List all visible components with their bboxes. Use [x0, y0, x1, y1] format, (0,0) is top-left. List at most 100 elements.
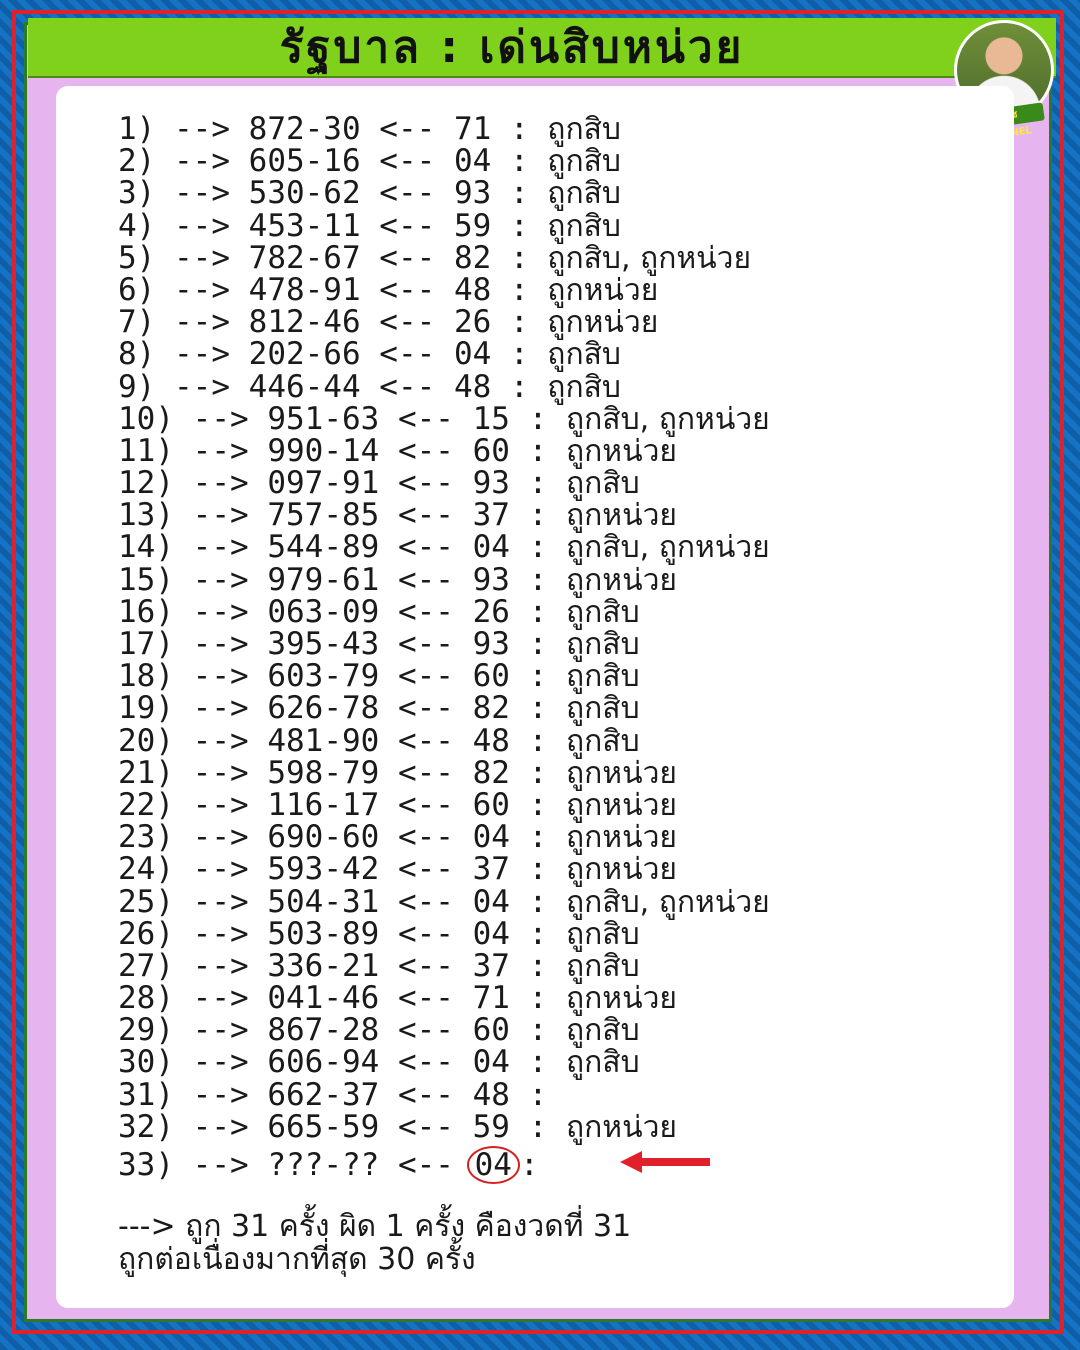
row-index: 29): [118, 1012, 174, 1049]
row-number: 598-79: [267, 754, 380, 791]
result-row: 8) --> 202-66 <-- 04 : ถูกสิบ: [118, 336, 621, 373]
row-key: 04: [472, 529, 510, 566]
row-result: ถูกสิบ: [565, 916, 640, 952]
row-key: 37: [472, 497, 510, 534]
pending-row-index: 33): [118, 1147, 174, 1183]
row-result: ถูกหน่วย: [565, 852, 678, 888]
row-index: 31): [118, 1076, 174, 1113]
result-row: 21) --> 598-79 <-- 82 : ถูกหน่วย: [118, 754, 678, 791]
row-index: 18): [118, 658, 174, 695]
row-result: ถูกสิบ: [565, 627, 640, 662]
row-key: 04: [472, 819, 510, 856]
row-index: 14): [118, 529, 174, 566]
pending-row-key-circled: 04: [466, 1146, 520, 1184]
row-index: 19): [118, 690, 174, 727]
row-key: 48: [472, 1076, 510, 1113]
row-key: 82: [472, 754, 510, 791]
row-key: 26: [472, 593, 510, 630]
row-number: 626-78: [267, 690, 380, 727]
result-row: 18) --> 603-79 <-- 60 : ถูกสิบ: [118, 658, 640, 695]
result-row: 11) --> 990-14 <-- 60 : ถูกหน่วย: [118, 432, 678, 469]
row-index: 13): [118, 497, 174, 534]
row-result: ถูกสิบ: [547, 176, 621, 212]
row-number: 395-43: [267, 626, 380, 662]
row-key: 93: [472, 626, 510, 662]
row-number: 041-46: [267, 980, 380, 1017]
result-row: 32) --> 665-59 <-- 59 : ถูกหน่วย: [118, 1108, 678, 1145]
row-number: 478-91: [248, 271, 361, 308]
red-arrow-icon: [620, 1151, 710, 1173]
result-row: 5) --> 782-67 <-- 82 : ถูกสิบ, ถูกหน่วย: [118, 239, 752, 276]
result-row: 4) --> 453-11 <-- 59 : ถูกสิบ: [118, 207, 621, 244]
row-result: ถูกหน่วย: [565, 981, 678, 1017]
row-result: ถูกสิบ, ถูกหน่วย: [565, 530, 770, 566]
result-row: 20) --> 481-90 <-- 48 : ถูกสิบ: [118, 722, 640, 759]
row-index: 6): [118, 271, 156, 308]
row-key: 60: [472, 658, 510, 695]
row-key: 04: [472, 883, 510, 920]
result-row: 30) --> 606-94 <-- 04 : ถูกสิบ: [118, 1044, 640, 1081]
row-index: 25): [118, 883, 174, 920]
row-index: 16): [118, 593, 174, 630]
row-number: 665-59: [267, 1108, 380, 1145]
row-key: 26: [453, 304, 492, 341]
row-result: ถูกหน่วย: [565, 787, 678, 823]
row-index: 9): [118, 368, 156, 405]
row-index: 8): [118, 336, 156, 373]
row-index: 28): [118, 980, 174, 1017]
row-index: 27): [118, 947, 174, 984]
row-index: 32): [118, 1108, 174, 1145]
row-number: 593-42: [267, 851, 380, 888]
row-index: 1): [118, 111, 156, 147]
summary-line-2: ถูกต่อเนื่องมากที่สุด 30 ครั้ง: [118, 1242, 476, 1277]
row-key: 04: [472, 915, 510, 952]
result-row: 7) --> 812-46 <-- 26 : ถูกหน่วย: [118, 304, 659, 341]
row-number: 481-90: [267, 722, 380, 759]
row-number: 453-11: [248, 207, 361, 244]
row-number: 097-91: [267, 465, 380, 502]
row-result: ถูกหน่วย: [565, 1109, 678, 1145]
row-key: 15: [472, 400, 510, 437]
row-index: 5): [118, 239, 156, 276]
row-number: 605-16: [248, 143, 361, 180]
row-result: ถูกสิบ: [565, 723, 640, 759]
row-number: 116-17: [267, 786, 380, 823]
result-row: 17) --> 395-43 <-- 93 : ถูกสิบ: [118, 626, 640, 662]
row-key: 82: [453, 239, 492, 276]
row-index: 3): [118, 175, 156, 212]
result-row: 10) --> 951-63 <-- 15 : ถูกสิบ, ถูกหน่วย: [118, 400, 770, 437]
row-index: 17): [118, 626, 174, 662]
row-result: ถูกหน่วย: [565, 562, 678, 598]
row-number: 690-60: [267, 819, 380, 856]
row-index: 30): [118, 1044, 174, 1081]
row-result: ถูกสิบ: [565, 948, 640, 984]
result-row: 26) --> 503-89 <-- 04 : ถูกสิบ: [118, 915, 640, 952]
row-key: 04: [453, 143, 492, 180]
row-index: 26): [118, 915, 174, 952]
row-number: 979-61: [267, 561, 380, 598]
result-row: 1) --> 872-30 <-- 71 : ถูกสิบ: [118, 111, 621, 147]
result-row: 22) --> 116-17 <-- 60 : ถูกหน่วย: [118, 786, 678, 823]
row-result: ถูกหน่วย: [565, 433, 678, 469]
row-number: 603-79: [267, 658, 380, 695]
row-result: ถูกสิบ, ถูกหน่วย: [547, 240, 752, 276]
row-key: 71: [453, 111, 492, 147]
row-result: ถูกสิบ: [547, 144, 621, 180]
row-number: 812-46: [248, 304, 361, 341]
row-result: ถูกหน่วย: [565, 498, 678, 534]
row-result: ถูกหน่วย: [565, 755, 678, 791]
row-key: 04: [453, 336, 492, 373]
row-key: 60: [472, 786, 510, 823]
row-index: 4): [118, 207, 156, 244]
result-row: 15) --> 979-61 <-- 93 : ถูกหน่วย: [118, 561, 678, 598]
row-number: 867-28: [267, 1012, 380, 1049]
row-result: ถูกสิบ, ถูกหน่วย: [565, 884, 770, 920]
result-row: 6) --> 478-91 <-- 48 : ถูกหน่วย: [118, 271, 659, 308]
row-number: 503-89: [267, 915, 380, 952]
row-key: 93: [453, 175, 492, 212]
row-number: 606-94: [267, 1044, 380, 1081]
result-row: 23) --> 690-60 <-- 04 : ถูกหน่วย: [118, 819, 678, 856]
row-key: 59: [453, 207, 492, 244]
row-number: 757-85: [267, 497, 380, 534]
result-row: 29) --> 867-28 <-- 60 : ถูกสิบ: [118, 1012, 640, 1049]
